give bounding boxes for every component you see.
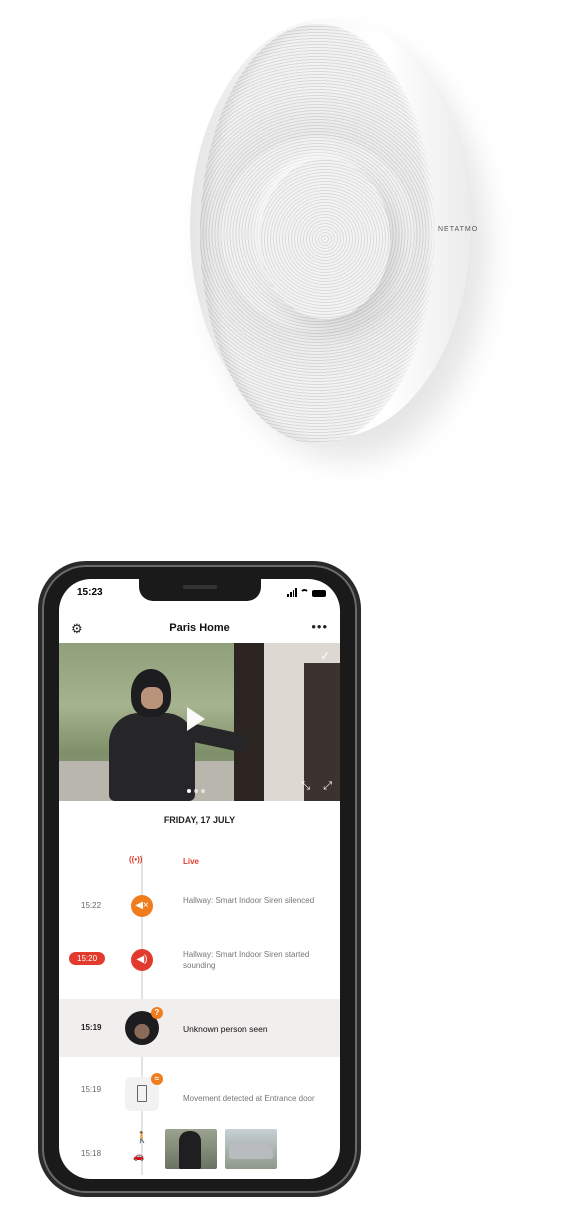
walking-person-icon: 🚶 xyxy=(135,1132,149,1144)
live-signal-icon: ((•)) xyxy=(129,855,143,864)
battery-icon xyxy=(312,590,326,597)
timeline-row[interactable]: 15:18 🚶 🚗 xyxy=(59,1125,340,1179)
siren-sounding-icon: ◀) xyxy=(131,949,153,971)
event-time: 15:19 xyxy=(81,1085,102,1094)
timeline-row-highlighted[interactable]: 15:19 ? Unknown person seen xyxy=(59,999,340,1057)
siren-housing: NETATMO xyxy=(190,18,477,444)
siren-muted-icon: ◀× xyxy=(131,895,153,917)
status-icons xyxy=(287,588,326,597)
event-text: Unknown person seen xyxy=(183,1024,268,1034)
signal-icon xyxy=(287,588,297,597)
date-heading: FRIDAY, 17 JULY xyxy=(163,815,236,825)
siren-product-image: NETATMO xyxy=(150,10,480,450)
event-text: Hallway: Smart Indoor Siren silenced xyxy=(183,896,315,905)
event-time: 15:19 xyxy=(81,1023,102,1032)
timeline-row-live[interactable]: ((•)) Live xyxy=(59,849,340,873)
smartphone-frame: 15:23 ⚙ Paris Home ••• ✓ ⤡ ⤢ FRIDAY, 17 … xyxy=(42,565,357,1193)
mute-icon[interactable]: ⤡ xyxy=(301,780,310,793)
event-text: Movement detected at Entrance door xyxy=(183,1094,315,1103)
play-icon[interactable] xyxy=(187,707,205,731)
siren-speaker-grille xyxy=(200,24,435,444)
event-time: 15:18 xyxy=(81,1149,102,1158)
camera-live-video[interactable]: ✓ ⤡ ⤢ xyxy=(59,643,340,801)
event-time-active: 15:20 xyxy=(69,952,106,965)
timeline-row[interactable]: 15:19 ≈ Movement detected at Entrance do… xyxy=(59,1067,340,1119)
wifi-icon xyxy=(300,589,309,597)
event-thumbnail-person[interactable] xyxy=(165,1129,217,1169)
siren-center-dome xyxy=(260,159,390,319)
car-icon: 🚗 xyxy=(133,1151,145,1161)
expand-icon[interactable]: ⤢ xyxy=(323,780,332,793)
intruder-figure xyxy=(91,669,251,801)
chevron-down-icon[interactable]: ✓ xyxy=(320,649,330,663)
timeline-row[interactable]: 15:22 ◀× Hallway: Smart Indoor Siren sil… xyxy=(59,891,340,927)
more-dots-icon[interactable]: ••• xyxy=(311,619,328,634)
event-time: 15:22 xyxy=(81,901,102,910)
live-label: Live xyxy=(183,857,200,866)
timeline-row[interactable]: 15:20 ◀) Hallway: Smart Indoor Siren sta… xyxy=(59,945,340,981)
app-header: ⚙ Paris Home ••• xyxy=(59,617,340,643)
event-thumbnail-car[interactable] xyxy=(225,1129,277,1169)
phone-screen: 15:23 ⚙ Paris Home ••• ✓ ⤡ ⤢ FRIDAY, 17 … xyxy=(59,579,340,1179)
event-text: Hallway: Smart Indoor Siren started soun… xyxy=(183,950,310,970)
carousel-dots xyxy=(187,789,205,793)
motion-badge-icon: ≈ xyxy=(151,1073,163,1085)
page-title: Paris Home xyxy=(169,622,230,634)
brand-label: NETATMO xyxy=(438,226,479,233)
status-time: 15:23 xyxy=(77,587,103,598)
phone-notch xyxy=(139,579,261,601)
question-badge-icon: ? xyxy=(151,1007,163,1019)
